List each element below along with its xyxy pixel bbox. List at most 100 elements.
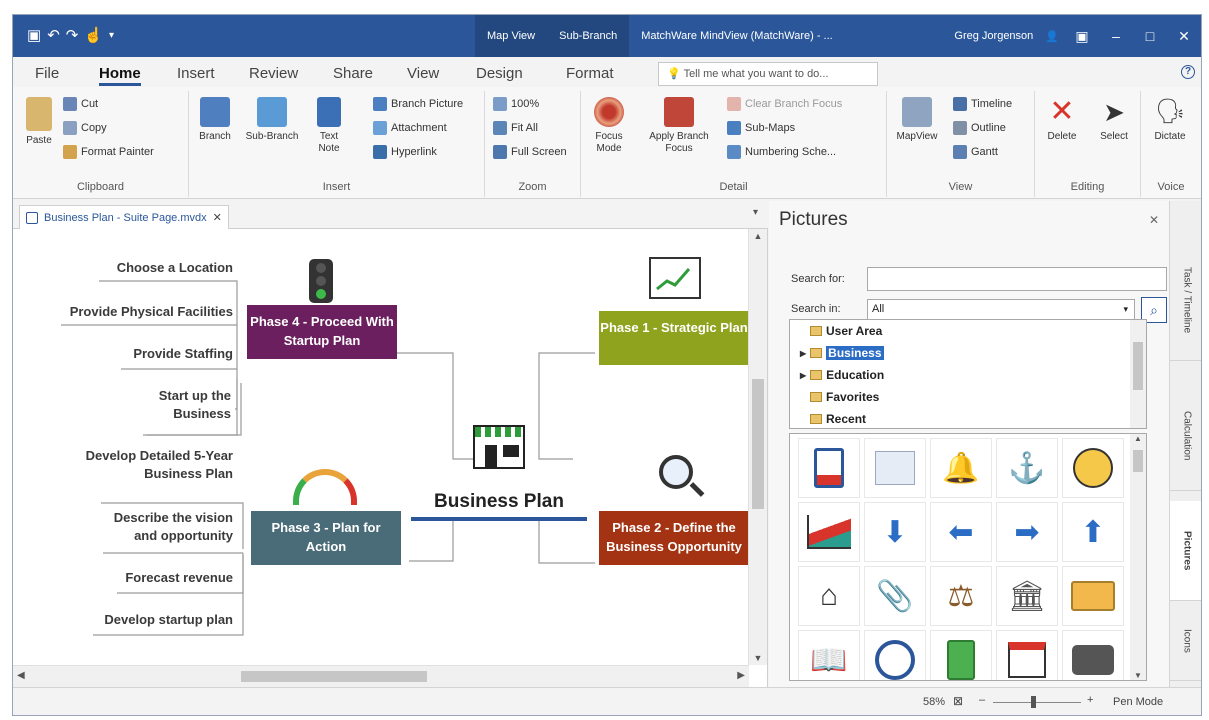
context-tab-map-view[interactable]: Map View: [475, 15, 548, 57]
zoom-100-button[interactable]: 100%: [493, 95, 539, 113]
calendar-icon[interactable]: [996, 630, 1058, 680]
branch-picture-button[interactable]: Branch Picture: [373, 95, 463, 113]
gauge-icon[interactable]: [864, 630, 926, 680]
pictures-grid[interactable]: 🔔 ⚓ ⬇ ⬅ ➡ ⬆ ⌂ 📎 ⚖ 🏛 📖 ▲ ▼: [789, 433, 1147, 681]
tab-dropdown-icon[interactable]: ▾: [753, 207, 758, 218]
numbering-scheme-button[interactable]: Numbering Sche...: [727, 143, 836, 161]
tab-review[interactable]: Review: [249, 65, 298, 82]
delete-button[interactable]: ✕ Delete: [1037, 93, 1087, 143]
zoom-out-icon[interactable]: –: [979, 694, 985, 706]
node-phase-3[interactable]: Phase 3 - Plan for Action: [251, 511, 401, 565]
vertical-scrollbar[interactable]: ▲ ▼: [748, 229, 767, 665]
zoom-in-icon[interactable]: +: [1087, 694, 1093, 706]
node-provide-staffing[interactable]: Provide Staffing: [93, 345, 233, 363]
house-icon[interactable]: ⌂: [798, 566, 860, 626]
tree-item-user-area[interactable]: User Area: [790, 320, 1130, 342]
calculator-icon[interactable]: [930, 630, 992, 680]
node-phase-2[interactable]: Phase 2 - Define the Business Opportunit…: [599, 511, 749, 565]
tab-insert[interactable]: Insert: [177, 65, 215, 82]
arrow-left-icon[interactable]: ⬅: [930, 502, 992, 562]
redo-icon[interactable]: ↷: [66, 26, 79, 44]
checklist-icon[interactable]: [864, 438, 926, 498]
search-for-input[interactable]: [867, 267, 1167, 291]
central-topic[interactable]: Business Plan: [413, 491, 585, 513]
user-icon[interactable]: 👤: [1045, 30, 1059, 43]
node-choose-location[interactable]: Choose a Location: [93, 259, 233, 277]
dictate-button[interactable]: 🗣 Dictate: [1143, 93, 1197, 143]
tab-view[interactable]: View: [407, 65, 439, 82]
cut-button[interactable]: Cut: [63, 95, 98, 113]
arrow-down-icon[interactable]: ⬇: [864, 502, 926, 562]
pen-mode-toggle[interactable]: Pen Mode: [1113, 696, 1163, 708]
select-button[interactable]: ➤ Select: [1089, 93, 1139, 143]
minimize-button[interactable]: –: [1105, 28, 1127, 44]
area-chart-icon[interactable]: [798, 502, 860, 562]
tab-home[interactable]: Home: [99, 65, 141, 86]
expand-arrow-icon[interactable]: ▶: [800, 371, 806, 380]
grid-scrollbar[interactable]: ▲ ▼: [1130, 434, 1146, 680]
expand-arrow-icon[interactable]: ▶: [800, 349, 806, 358]
maximize-button[interactable]: □: [1139, 28, 1161, 44]
clear-branch-focus-button[interactable]: Clear Branch Focus: [727, 95, 842, 113]
tree-item-recent[interactable]: Recent: [790, 408, 1130, 430]
horizontal-scroll-thumb[interactable]: [241, 671, 427, 682]
tab-file[interactable]: File: [35, 65, 59, 82]
bank-icon[interactable]: 🏛: [996, 566, 1058, 626]
node-forecast-revenue[interactable]: Forecast revenue: [93, 569, 233, 587]
node-phase-4[interactable]: Phase 4 - Proceed With Startup Plan: [247, 305, 397, 359]
paperclip-icon[interactable]: 📎: [864, 566, 926, 626]
undo-icon[interactable]: ↶: [47, 26, 60, 44]
customize-qat-icon[interactable]: ▾: [109, 30, 114, 41]
scroll-up-icon[interactable]: ▲: [749, 231, 767, 241]
sub-branch-button[interactable]: Sub-Branch: [241, 93, 303, 143]
scroll-down-icon[interactable]: ▼: [749, 653, 767, 663]
node-startup-plan[interactable]: Develop startup plan: [73, 611, 233, 629]
format-painter-button[interactable]: Format Painter: [63, 143, 154, 161]
zoom-slider[interactable]: [993, 696, 1081, 708]
tab-format[interactable]: Format: [566, 65, 614, 82]
paste-button[interactable]: Paste: [19, 93, 59, 147]
close-button[interactable]: ✕: [1173, 28, 1195, 45]
credit-card-icon[interactable]: [1062, 566, 1124, 626]
gavel-icon[interactable]: ⚖: [930, 566, 992, 626]
outline-button[interactable]: Outline: [953, 119, 1006, 137]
tree-item-education[interactable]: ▶ Education: [790, 364, 1130, 386]
full-screen-button[interactable]: Full Screen: [493, 143, 567, 161]
horizontal-scrollbar[interactable]: ◀ ▶: [13, 665, 749, 687]
tell-me-box[interactable]: 💡 Tell me what you want to do...: [658, 62, 878, 86]
side-tab-icons[interactable]: Icons: [1170, 601, 1201, 681]
node-vision-opportunity[interactable]: Describe the vision and opportunity: [93, 509, 233, 545]
ribbon-display-icon[interactable]: ▣: [1071, 28, 1093, 45]
focus-mode-button[interactable]: Focus Mode: [583, 93, 635, 155]
tree-scrollbar[interactable]: [1130, 320, 1146, 428]
node-five-year-plan[interactable]: Develop Detailed 5-Year Business Plan: [83, 447, 233, 483]
tree-item-business[interactable]: ▶ Business: [790, 342, 1130, 364]
side-tab-calculation[interactable]: Calculation: [1170, 381, 1201, 491]
side-tab-pictures[interactable]: Pictures: [1170, 501, 1201, 601]
tablet-chart-icon[interactable]: [798, 438, 860, 498]
vertical-scroll-thumb[interactable]: [752, 379, 764, 509]
gantt-button[interactable]: Gantt: [953, 143, 998, 161]
camera-icon[interactable]: [1062, 630, 1124, 680]
panel-close-icon[interactable]: ✕: [1149, 213, 1159, 227]
fit-page-icon[interactable]: ⊠: [953, 694, 963, 708]
tab-share[interactable]: Share: [333, 65, 373, 82]
text-note-button[interactable]: Text Note: [309, 93, 349, 155]
timeline-button[interactable]: Timeline: [953, 95, 1012, 113]
anchor-icon[interactable]: ⚓: [996, 438, 1058, 498]
touch-mode-icon[interactable]: ☝: [84, 26, 103, 44]
branch-button[interactable]: Branch: [193, 93, 237, 143]
fit-all-button[interactable]: Fit All: [493, 119, 538, 137]
help-icon[interactable]: ?: [1181, 65, 1195, 79]
tab-design[interactable]: Design: [476, 65, 523, 82]
bell-icon[interactable]: 🔔: [930, 438, 992, 498]
hyperlink-button[interactable]: Hyperlink: [373, 143, 437, 161]
copy-button[interactable]: Copy: [63, 119, 107, 137]
scroll-right-icon[interactable]: ▶: [737, 670, 745, 681]
arrow-up-icon[interactable]: ⬆: [1062, 502, 1124, 562]
context-tab-sub-branch[interactable]: Sub-Branch: [547, 15, 630, 57]
book-icon[interactable]: 📖: [798, 630, 860, 680]
user-name[interactable]: Greg Jorgenson: [954, 30, 1033, 42]
pictures-category-tree[interactable]: User Area ▶ Business ▶ Education Favorit…: [789, 319, 1147, 429]
side-tab-task-timeline[interactable]: Task / Timeline: [1170, 241, 1201, 361]
